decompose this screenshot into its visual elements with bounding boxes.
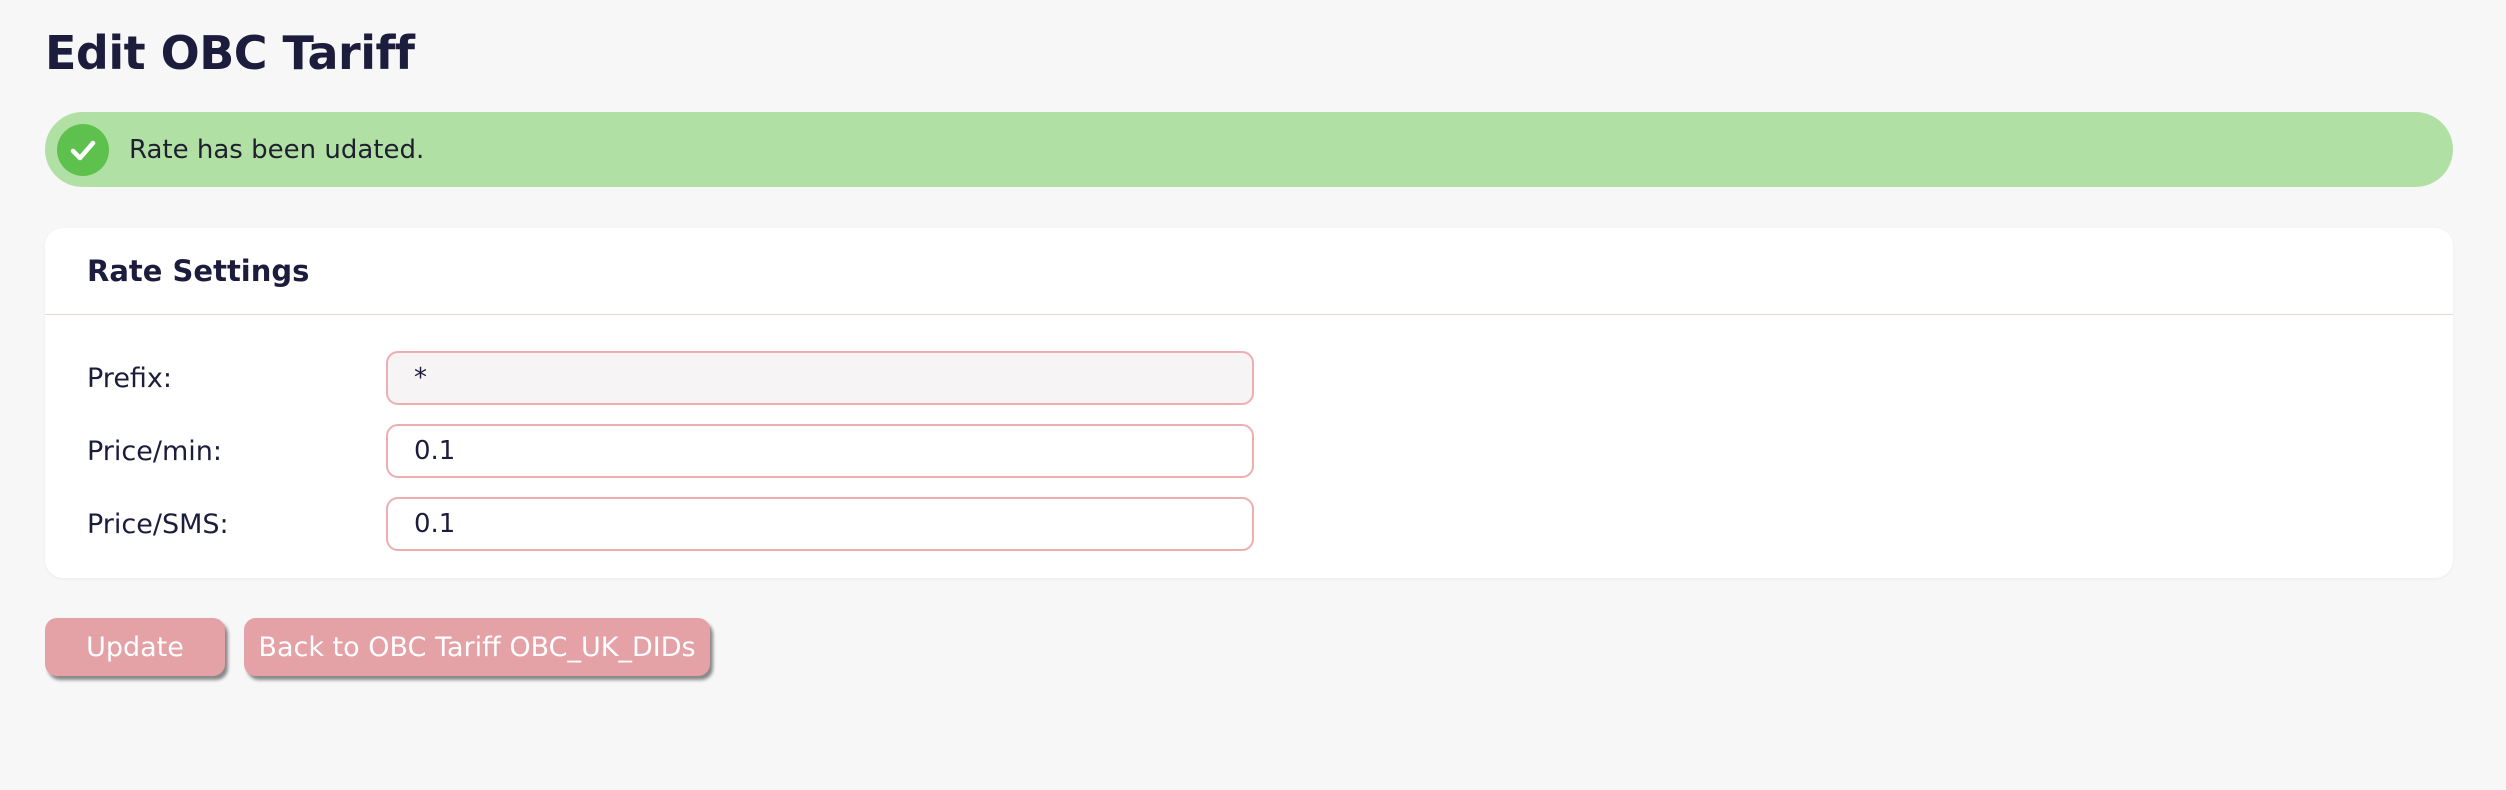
rate-settings-panel: Rate Settings Prefix: Price/min: Price/S… (45, 228, 2453, 578)
price-sms-label: Price/SMS: (87, 508, 229, 540)
panel-title: Rate Settings (87, 254, 310, 288)
panel-header: Rate Settings (45, 228, 2453, 315)
check-circle-icon (57, 123, 109, 176)
price-min-row: Price/min: (45, 423, 2453, 479)
success-alert: Rate has been udated. (45, 112, 2453, 187)
price-min-input[interactable] (386, 424, 1254, 478)
prefix-input[interactable] (386, 351, 1254, 405)
update-button[interactable]: Update (45, 618, 225, 676)
prefix-label: Prefix: (87, 362, 173, 394)
price-min-label: Price/min: (87, 435, 222, 467)
page-title: Edit OBC Tariff (45, 26, 415, 80)
price-sms-input[interactable] (386, 497, 1254, 551)
back-to-tariff-button[interactable]: Back to OBC Tariff OBC_UK_DIDs (244, 618, 710, 676)
prefix-row: Prefix: (45, 350, 2453, 406)
price-sms-row: Price/SMS: (45, 496, 2453, 552)
alert-message: Rate has been udated. (129, 134, 425, 165)
